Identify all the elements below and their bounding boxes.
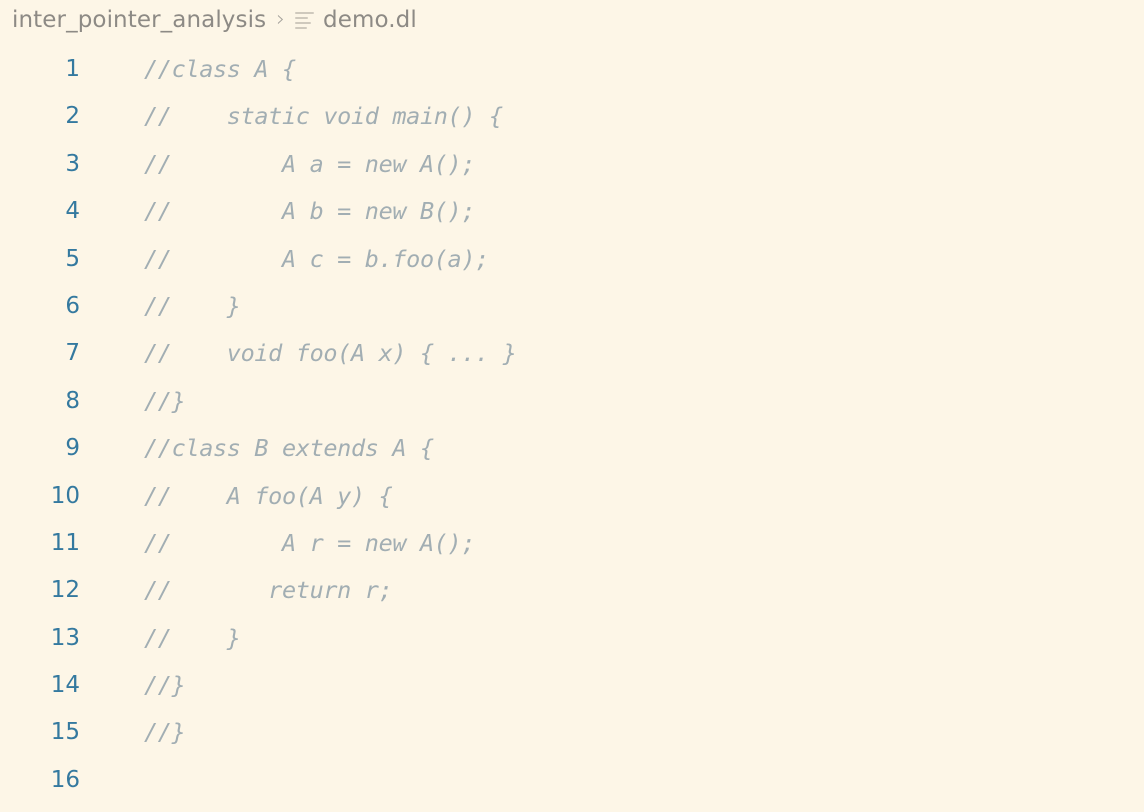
code-line-text[interactable]: // A b = new B(); [80,188,476,235]
line-number: 6 [65,292,80,319]
code-line-text[interactable]: //class A { [80,46,296,93]
code-line-text[interactable]: // return r; [80,567,393,614]
code-line-text[interactable]: // A r = new A(); [80,520,476,567]
code-line-text[interactable]: // void foo(A x) { ... } [80,330,517,377]
code-line-text[interactable]: // } [80,283,241,330]
code-editor-area[interactable]: 1//class A {2// static void main() {3// … [0,40,1144,805]
code-line[interactable]: 4// A b = new B(); [0,188,1144,235]
line-number: 3 [65,150,80,177]
line-number: 1 [65,56,80,82]
code-line[interactable]: 13// } [0,615,1144,662]
code-line[interactable]: 16 [0,757,1144,804]
code-line-text[interactable]: //} [80,662,186,709]
code-line[interactable]: 15//} [0,709,1144,756]
code-line-text[interactable]: //class B extends A { [80,425,434,472]
breadcrumb-separator-icon: › [276,7,285,32]
code-editor-window: inter_pointer_analysis › demo.dl 1//clas… [0,0,1144,812]
file-lines-icon [295,11,314,31]
line-number: 7 [65,340,80,367]
code-line-text[interactable]: // } [80,615,241,662]
code-line[interactable]: 14//} [0,662,1144,709]
code-line[interactable]: 3// A a = new A(); [0,141,1144,188]
line-number: 15 [50,719,80,746]
code-line-text[interactable]: // A c = b.foo(a); [80,236,489,283]
code-line-text[interactable]: //} [80,378,186,425]
breadcrumb-file-item[interactable]: demo.dl [295,0,417,40]
code-line[interactable]: 7// void foo(A x) { ... } [0,330,1144,377]
code-line-text[interactable]: // A foo(A y) { [80,473,393,520]
code-line-text[interactable]: // static void main() { [80,93,503,140]
code-line[interactable]: 2// static void main() { [0,93,1144,140]
line-number: 8 [65,387,80,414]
code-line[interactable]: 11// A r = new A(); [0,520,1144,567]
code-line-text[interactable]: // A a = new A(); [80,141,476,188]
line-number: 12 [50,577,80,604]
code-line[interactable]: 5// A c = b.foo(a); [0,236,1144,283]
line-number: 16 [50,766,80,793]
code-line[interactable]: 12// return r; [0,567,1144,614]
line-number: 4 [65,198,80,225]
code-line-text[interactable]: //} [80,709,186,756]
code-line[interactable]: 8//} [0,378,1144,425]
line-number: 5 [65,245,80,272]
line-number: 11 [50,529,80,556]
line-number: 2 [65,103,80,130]
breadcrumb: inter_pointer_analysis › demo.dl [0,0,1144,40]
line-number: 9 [65,435,80,462]
breadcrumb-project[interactable]: inter_pointer_analysis [12,0,266,40]
line-number: 10 [50,482,80,509]
line-number: 14 [50,672,80,699]
code-line[interactable]: 6// } [0,283,1144,330]
breadcrumb-file-name: demo.dl [323,7,417,33]
code-line[interactable]: 10// A foo(A y) { [0,473,1144,520]
code-line[interactable]: 1//class A { [0,46,1144,93]
line-number: 13 [50,624,80,651]
code-line[interactable]: 9//class B extends A { [0,425,1144,472]
